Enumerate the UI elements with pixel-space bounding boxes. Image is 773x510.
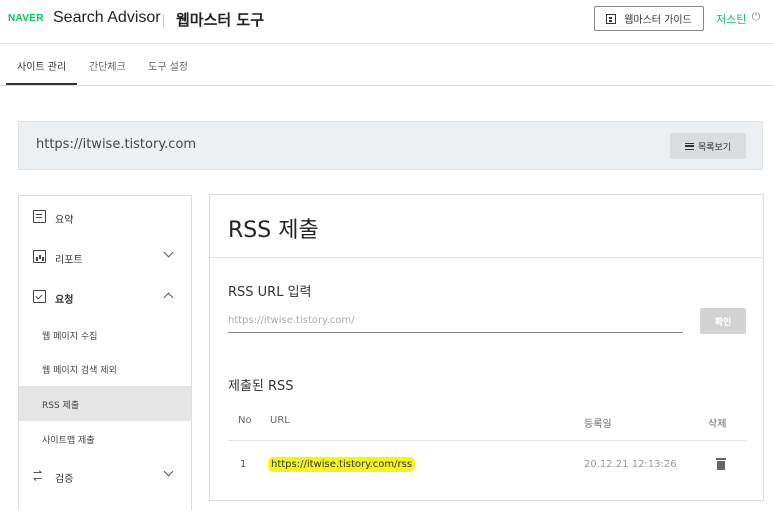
sidebar-subitem-web-page-crawl[interactable]: 웹 페이지 수집 <box>19 317 191 352</box>
row-date: 20.12.21 12:13:26 <box>584 459 677 470</box>
site-bar: https://itwise.tistory.com 목록보기 <box>18 121 763 170</box>
tab-quick-check[interactable]: 간단체크 <box>89 58 126 73</box>
sidebar-subitem-label: 웹 페이지 수집 <box>42 332 98 342</box>
webmaster-guide-button[interactable]: 웹마스터 가이드 <box>594 6 704 31</box>
title-divider <box>210 257 763 258</box>
sidebar-item-label: 요약 <box>55 215 74 226</box>
row-no: 1 <box>240 459 247 470</box>
sidebar-subitem-label: 웹 페이지 검색 제외 <box>42 366 117 376</box>
chevron-down-icon <box>163 247 174 258</box>
list-view-label: 목록보기 <box>697 142 732 153</box>
sidebar-item-label: 검증 <box>55 474 74 485</box>
table-header-divider <box>228 440 746 441</box>
summary-icon <box>33 210 46 223</box>
sidebar-item-label: 리포트 <box>55 255 83 266</box>
sidebar-subitem-rss-submit[interactable]: RSS 제출 <box>19 386 191 421</box>
verify-icon: ⇀ ↽ <box>33 466 43 485</box>
list-icon <box>684 142 694 150</box>
site-url: https://itwise.tistory.com <box>36 137 197 152</box>
sidebar-subitem-sitemap-submit[interactable]: 사이트맵 제출 <box>19 421 191 456</box>
power-icon[interactable]: ⏻ <box>750 11 762 23</box>
column-header-delete: 삭제 <box>708 419 727 430</box>
rss-submit-panel: RSS 제출 RSS URL 입력 확인 제출된 RSS No URL 등록일 … <box>209 194 764 501</box>
naver-logo[interactable]: NAVER <box>8 13 44 24</box>
webmaster-guide-label: 웹마스터 가이드 <box>624 15 692 26</box>
column-header-no: No <box>238 415 252 426</box>
sidebar-subitem-label: 사이트맵 제출 <box>42 436 95 446</box>
tool-title[interactable]: 웹마스터 도구 <box>176 9 264 30</box>
book-icon <box>606 13 617 24</box>
main-tabs: 사이트 관리 간단체크 도구 설정 <box>0 45 773 86</box>
sidebar-item-label: 요청 <box>55 295 74 306</box>
submitted-rss-label: 제출된 RSS <box>228 379 294 394</box>
sidebar-item-report[interactable]: 리포트 <box>19 239 191 273</box>
rss-url-input-label: RSS URL 입력 <box>228 285 312 300</box>
list-view-button[interactable]: 목록보기 <box>670 133 746 159</box>
user-name[interactable]: 저스틴 <box>716 11 746 27</box>
request-icon <box>33 290 46 303</box>
brand-divider <box>163 14 164 28</box>
tab-site-management[interactable]: 사이트 관리 <box>17 58 66 73</box>
top-header: NAVER Search Advisor 웹마스터 도구 웹마스터 가이드 저스… <box>0 0 773 44</box>
sidebar-item-summary[interactable]: 요약 <box>19 199 191 233</box>
rss-url-input[interactable] <box>228 309 683 333</box>
report-icon <box>33 250 46 263</box>
chevron-down-icon <box>163 466 174 477</box>
sidebar: 요약 리포트 요청 웹 페이지 수집 웹 페이지 검색 제외 RSS 제출 사이… <box>18 195 192 510</box>
page-title: RSS 제출 <box>228 218 319 243</box>
column-header-date: 등록일 <box>584 419 612 430</box>
row-url[interactable]: https://itwise.tistory.com/rss <box>268 457 416 472</box>
confirm-button[interactable]: 확인 <box>700 308 746 334</box>
brand-title[interactable]: Search Advisor <box>53 9 161 27</box>
tab-tool-settings[interactable]: 도구 설정 <box>148 58 188 73</box>
active-tab-indicator <box>6 83 77 85</box>
sidebar-subitem-web-page-exclude[interactable]: 웹 페이지 검색 제외 <box>19 351 191 386</box>
chevron-up-icon <box>163 292 174 303</box>
trash-icon[interactable] <box>716 458 726 470</box>
sidebar-item-verify[interactable]: ⇀ ↽ 검증 <box>19 458 191 492</box>
sidebar-item-request[interactable]: 요청 <box>19 279 191 313</box>
column-header-url: URL <box>270 415 290 426</box>
sidebar-subitem-label: RSS 제출 <box>42 401 80 411</box>
